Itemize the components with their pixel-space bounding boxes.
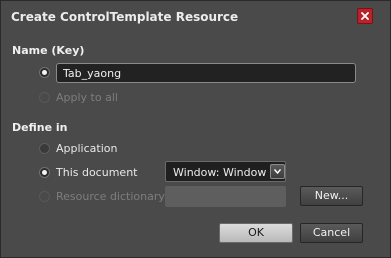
title-bar: Create ControlTemplate Resource <box>1 1 390 33</box>
document-select-arrow[interactable] <box>270 164 285 179</box>
resource-dictionary-select[interactable] <box>165 186 286 207</box>
apply-to-all-radio[interactable] <box>39 92 50 103</box>
define-in-section-label: Define in <box>12 121 68 134</box>
document-select-value: Window: Window <box>173 166 267 179</box>
application-radio[interactable] <box>39 143 50 154</box>
chevron-down-icon <box>274 169 281 174</box>
resource-dictionary-radio[interactable] <box>39 191 50 202</box>
document-select[interactable]: Window: Window <box>165 161 286 182</box>
cancel-button[interactable]: Cancel <box>300 223 363 243</box>
name-key-input[interactable] <box>56 63 356 83</box>
dialog-title: Create ControlTemplate Resource <box>11 10 239 24</box>
name-key-radio[interactable] <box>39 67 50 78</box>
create-controltemplate-resource-dialog: Create ControlTemplate Resource Name (Ke… <box>0 0 391 258</box>
apply-to-all-label: Apply to all <box>56 91 118 104</box>
ok-button[interactable]: OK <box>219 223 293 243</box>
name-key-section-label: Name (Key) <box>12 44 85 57</box>
this-document-label: This document <box>56 166 138 179</box>
this-document-radio[interactable] <box>39 167 50 178</box>
new-button[interactable]: New... <box>300 186 363 206</box>
close-button[interactable] <box>357 8 373 24</box>
close-icon <box>361 12 369 20</box>
resource-dictionary-label: Resource dictionary <box>56 190 165 203</box>
application-label: Application <box>56 142 118 155</box>
